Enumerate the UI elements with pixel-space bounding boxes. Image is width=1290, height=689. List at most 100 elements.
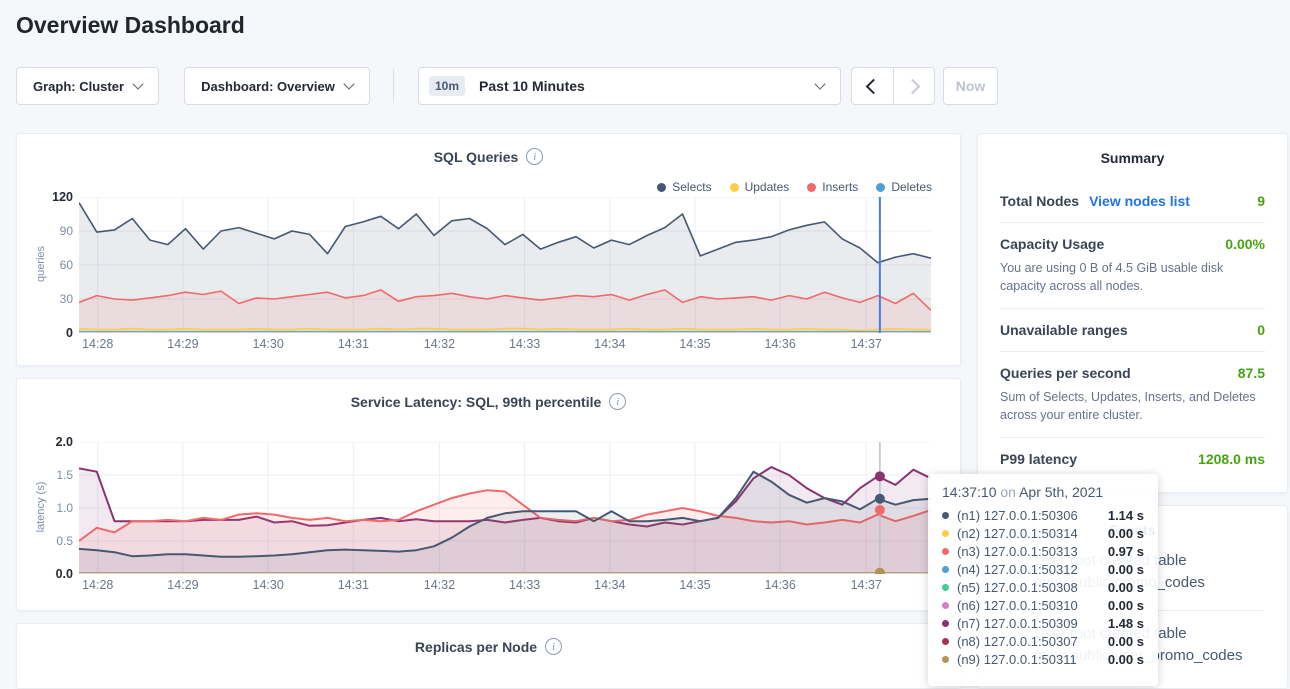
page-title: Overview Dashboard: [16, 12, 245, 39]
overview-dashboard-page: Overview Dashboard Graph: Cluster Dashbo…: [0, 0, 1290, 689]
tooltip-node-row: (n1) 127.0.0.1:503061.14 s: [942, 506, 1144, 524]
legend-dot: [807, 183, 816, 192]
y-tick-label: 1.5: [56, 468, 73, 482]
tooltip-node-value: 0.00 s: [1108, 634, 1144, 649]
tooltip-node-row: (n5) 127.0.0.1:503080.00 s: [942, 578, 1144, 596]
tooltip-node-value: 1.48 s: [1108, 616, 1144, 631]
node-color-dot: [942, 620, 949, 627]
sql-queries-plot[interactable]: [79, 197, 931, 333]
tooltip-node-value: 0.97 s: [1108, 544, 1144, 559]
x-axis-labels: 14:2814:2914:3014:3114:3214:3314:3414:35…: [79, 578, 931, 594]
summary-row-capacity-usage: Capacity Usage 0.00% You are using 0 B o…: [1000, 223, 1265, 309]
chevron-down-icon: [814, 78, 825, 89]
info-icon[interactable]: i: [545, 638, 562, 655]
summary-value: 87.5: [1238, 365, 1265, 381]
node-color-dot: [942, 512, 949, 519]
tooltip-node-value: 0.00 s: [1108, 598, 1144, 613]
node-color-dot: [942, 656, 949, 663]
x-tick-label: 14:31: [338, 337, 369, 351]
legend-item-selects[interactable]: Selects: [657, 180, 711, 194]
x-tick-label: 14:28: [82, 337, 113, 351]
summary-label: Unavailable ranges: [1000, 322, 1128, 338]
tooltip-node-label: (n6) 127.0.0.1:50310: [957, 598, 1078, 613]
chart-title: SQL Queries: [434, 149, 519, 165]
service-latency-plot[interactable]: [79, 442, 931, 574]
x-tick-label: 14:33: [509, 337, 540, 351]
tooltip-node-value: 0.00 s: [1108, 526, 1144, 541]
chart-title: Service Latency: SQL, 99th percentile: [351, 394, 602, 410]
legend-item-inserts[interactable]: Inserts: [807, 180, 858, 194]
x-tick-label: 14:28: [82, 578, 113, 592]
x-tick-label: 14:35: [679, 337, 710, 351]
y-tick-label: 60: [60, 258, 73, 272]
replicas-per-node-chart-card: Replicas per Node i: [16, 623, 961, 689]
y-tick-label: 30: [60, 292, 73, 306]
legend-item-deletes[interactable]: Deletes: [876, 180, 932, 194]
tooltip-node-value: 0.00 s: [1108, 562, 1144, 577]
tooltip-node-label: (n3) 127.0.0.1:50313: [957, 544, 1078, 559]
summary-value: 1208.0 ms: [1198, 451, 1265, 467]
x-tick-label: 14:32: [424, 337, 455, 351]
x-tick-label: 14:31: [338, 578, 369, 592]
tooltip-node-row: (n6) 127.0.0.1:50310 0.00 s: [942, 596, 1144, 614]
y-tick-label: 90: [60, 224, 73, 238]
tooltip-node-row: (n4) 127.0.0.1:50312 0.00 s: [942, 560, 1144, 578]
x-tick-label: 14:30: [253, 578, 284, 592]
tooltip-node-row: (n3) 127.0.0.1:50313 0.97 s: [942, 542, 1144, 560]
summary-value: 0: [1257, 322, 1265, 338]
x-tick-label: 14:36: [765, 337, 796, 351]
view-nodes-list-link[interactable]: View nodes list: [1089, 193, 1190, 209]
summary-label: Queries per second: [1000, 365, 1131, 381]
x-tick-label: 14:30: [253, 337, 284, 351]
time-range-label: Past 10 Minutes: [479, 78, 585, 94]
sql-queries-chart-card: SQL Queries i Selects Updates Inserts Delet…: [16, 133, 961, 366]
summary-label: Total Nodes: [1000, 193, 1079, 209]
time-range-picker[interactable]: 10m Past 10 Minutes: [418, 67, 841, 105]
y-tick-label: 1.0: [56, 501, 73, 515]
summary-description: Sum of Selects, Updates, Inserts, and De…: [1000, 388, 1265, 424]
x-tick-label: 14:34: [594, 578, 625, 592]
y-tick-label: 2.0: [56, 435, 73, 449]
summary-label: Capacity Usage: [1000, 236, 1104, 252]
graph-dropdown-label: Graph: Cluster: [33, 79, 124, 94]
x-tick-label: 14:34: [594, 337, 625, 351]
now-button[interactable]: Now: [943, 67, 998, 105]
graph-dropdown[interactable]: Graph: Cluster: [16, 67, 159, 105]
dashboard-dropdown[interactable]: Dashboard: Overview: [184, 67, 370, 105]
tooltip-node-row: (n9) 127.0.0.1:503110.00 s: [942, 650, 1144, 668]
node-color-dot: [942, 548, 949, 555]
x-tick-label: 14:35: [679, 578, 710, 592]
chart-legend: Selects Updates Inserts Deletes: [657, 180, 932, 194]
y-tick-label: 0: [66, 326, 73, 340]
node-color-dot: [942, 530, 949, 537]
y-axis-labels: 0306090120: [17, 197, 73, 333]
info-icon[interactable]: i: [609, 393, 626, 410]
legend-dot: [730, 183, 739, 192]
tooltip-node-label: (n5) 127.0.0.1:50308: [957, 580, 1078, 595]
legend-dot: [657, 183, 666, 192]
tooltip-node-label: (n8) 127.0.0.1:50307: [957, 634, 1078, 649]
tooltip-node-value: 0.00 s: [1108, 652, 1144, 667]
y-tick-label: 0.0: [56, 567, 73, 581]
toolbar-divider: [393, 69, 394, 103]
summary-value: 9: [1257, 193, 1265, 209]
service-latency-chart-card: Service Latency: SQL, 99th percentile i …: [16, 378, 961, 611]
tooltip-node-label: (n4) 127.0.0.1:50312: [957, 562, 1078, 577]
chevron-right-icon: [904, 78, 920, 94]
tooltip-node-row: (n2) 127.0.0.1:50314 0.00 s: [942, 524, 1144, 542]
x-tick-label: 14:37: [851, 578, 882, 592]
summary-panel: Summary Total Nodes View nodes list 9 Ca…: [977, 133, 1288, 493]
x-tick-label: 14:32: [424, 578, 455, 592]
legend-item-updates[interactable]: Updates: [730, 180, 790, 194]
info-icon[interactable]: i: [526, 148, 543, 165]
tooltip-node-label: (n2) 127.0.0.1:50314: [957, 526, 1078, 541]
y-tick-label: 120: [52, 190, 73, 204]
summary-description: You are using 0 B of 4.5 GiB usable disk…: [1000, 259, 1265, 295]
time-back-button[interactable]: [852, 68, 893, 104]
tooltip-node-label: (n7) 127.0.0.1:50309: [957, 616, 1078, 631]
dashboard-dropdown-label: Dashboard: Overview: [201, 79, 335, 94]
x-tick-label: 14:29: [167, 337, 198, 351]
tooltip-node-row: (n7) 127.0.0.1:50309 1.48 s: [942, 614, 1144, 632]
time-forward-button[interactable]: [893, 68, 935, 104]
x-axis-labels: 14:28 14:29 14:30 14:31 14:32 14:33 14:34 14:35…: [79, 337, 931, 353]
